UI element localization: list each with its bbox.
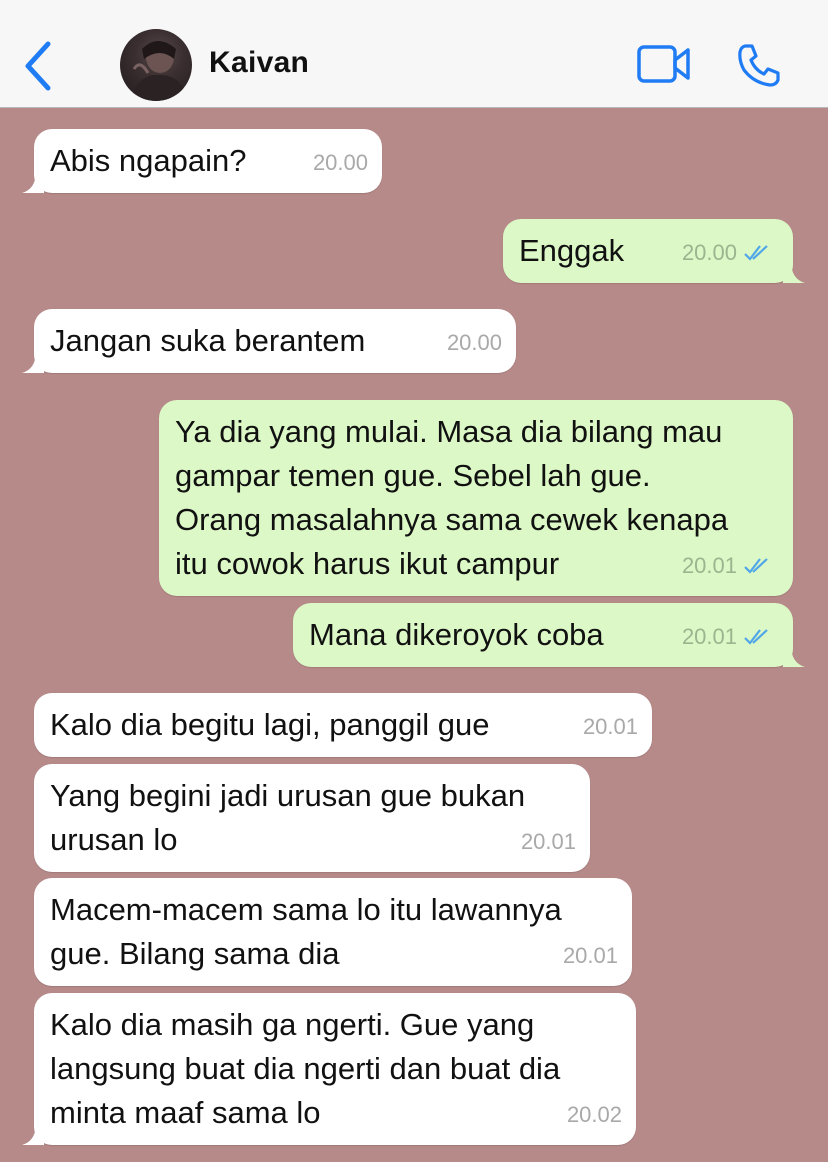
- message-text: Macem-macem sama lo itu lawannya gue. Bi…: [50, 892, 562, 971]
- message-incoming[interactable]: Kalo dia begitu lagi, panggil gue 20.01: [34, 693, 652, 757]
- timestamp: 20.01: [582, 714, 638, 739]
- message-text: Yang begini jadi urusan gue bukan urusan…: [50, 778, 526, 857]
- message-time: 20.00: [447, 321, 502, 365]
- bubble-tail: [22, 1123, 44, 1145]
- message-text: Kalo dia masih ga ngerti. Gue yang langs…: [50, 1007, 561, 1130]
- phone-icon: [738, 44, 780, 87]
- message-time: 20.02: [567, 1093, 622, 1137]
- read-ticks-icon: [744, 558, 768, 574]
- bubble-tail: [22, 171, 44, 193]
- message-incoming[interactable]: Abis ngapain? 20.00: [22, 129, 382, 193]
- timestamp: 20.01: [562, 943, 618, 968]
- voice-call-button[interactable]: [736, 42, 782, 88]
- bubble-tail: [783, 261, 805, 283]
- timestamp: 20.00: [681, 240, 737, 265]
- message-incoming[interactable]: Macem-macem sama lo itu lawannya gue. Bi…: [34, 878, 632, 986]
- read-ticks-icon: [744, 245, 768, 261]
- message-incoming[interactable]: Yang begini jadi urusan gue bukan urusan…: [34, 764, 590, 872]
- chat-header: Kaivan: [0, 0, 828, 108]
- contact-name[interactable]: Kaivan: [209, 46, 309, 80]
- message-time: 20.01: [583, 705, 638, 749]
- bubble-tail: [783, 645, 805, 667]
- timestamp: 20.00: [446, 330, 502, 355]
- read-ticks-icon: [744, 629, 768, 645]
- message-outgoing[interactable]: Enggak 20.00: [503, 219, 805, 283]
- message-time: 20.01: [521, 820, 576, 864]
- video-call-button[interactable]: [636, 44, 692, 84]
- timestamp: 20.01: [520, 829, 576, 854]
- avatar-photo-icon: [130, 41, 188, 101]
- bubble-tail: [22, 351, 44, 373]
- timestamp: 20.02: [566, 1102, 622, 1127]
- message-time: 20.01: [563, 934, 618, 978]
- message-incoming[interactable]: Jangan suka berantem 20.00: [22, 309, 516, 373]
- timestamp: 20.01: [681, 553, 737, 578]
- video-camera-icon: [637, 45, 690, 83]
- message-time: 20.00: [682, 231, 773, 275]
- contact-avatar[interactable]: [120, 29, 192, 101]
- message-text: Kalo dia begitu lagi, panggil gue: [50, 707, 490, 742]
- back-chevron-icon: [25, 41, 51, 91]
- message-outgoing[interactable]: Mana dikeroyok coba 20.01: [293, 603, 805, 667]
- message-incoming[interactable]: Kalo dia masih ga ngerti. Gue yang langs…: [22, 993, 636, 1145]
- message-time: 20.01: [682, 615, 773, 659]
- message-outgoing[interactable]: Ya dia yang mulai. Masa dia bilang mau g…: [159, 400, 793, 596]
- message-time: 20.00: [313, 141, 368, 185]
- message-time: 20.01: [682, 544, 773, 588]
- timestamp: 20.01: [681, 624, 737, 649]
- back-button[interactable]: [20, 38, 60, 94]
- message-text: Jangan suka berantem: [50, 323, 366, 358]
- timestamp: 20.00: [312, 150, 368, 175]
